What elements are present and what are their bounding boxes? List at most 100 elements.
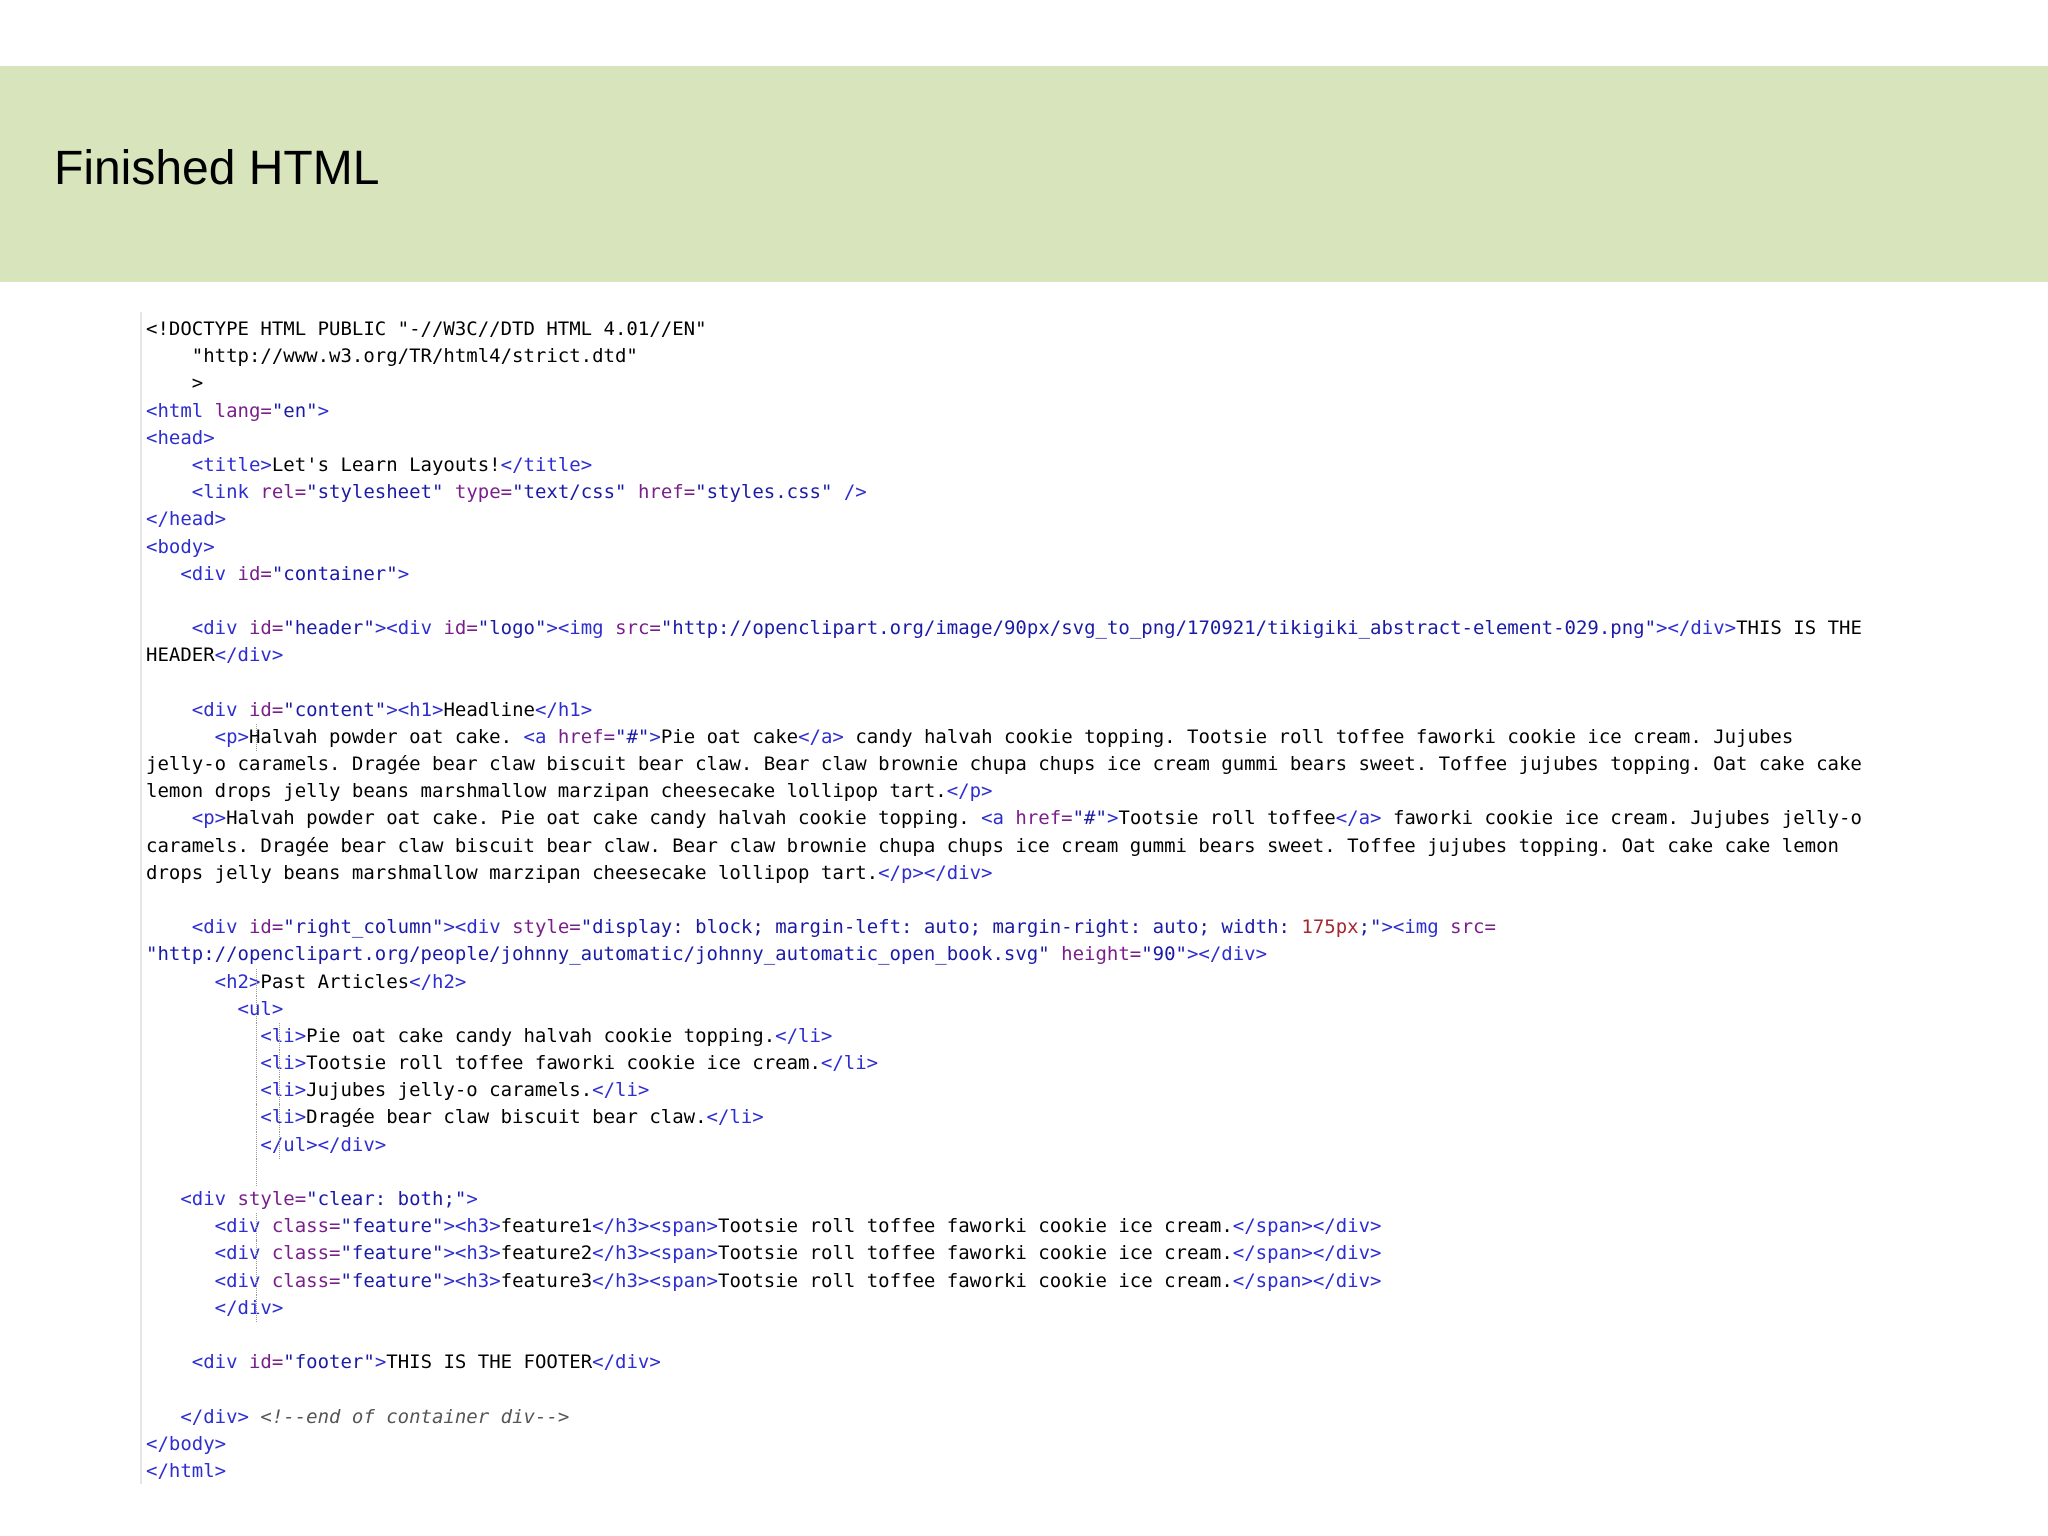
code-token: candy halvah cookie topping. Tootsie rol… <box>843 725 1794 748</box>
code-token: </h3><span> <box>592 1242 718 1265</box>
code-token: Let's Learn Layouts! <box>271 453 501 476</box>
code-line: "http://www.w3.org/TR/html4/strict.dtd" <box>146 343 1862 370</box>
code-token: </span></div> <box>1232 1242 1382 1265</box>
code-token: href= <box>1015 807 1073 830</box>
code-line: <!DOCTYPE HTML PUBLIC "-//W3C//DTD HTML … <box>146 316 1862 343</box>
code-token: ><img <box>546 617 616 640</box>
code-token: <div <box>180 1188 238 1210</box>
code-line: HEADER</div> <box>146 642 1862 669</box>
code-token: ><div <box>443 916 513 939</box>
code-token: Past Articles <box>260 970 410 993</box>
code-token: Headline <box>443 698 535 721</box>
code-token: id= <box>248 617 284 640</box>
code-line: <div id="content"><h1>Headline</h1> <box>146 697 1862 724</box>
code-token: "stylesheet" <box>306 481 455 504</box>
code-token: <!DOCTYPE HTML PUBLIC "-//W3C//DTD HTML … <box>146 318 707 340</box>
code-token: <a <box>523 725 558 748</box>
code-token: style= <box>512 916 581 939</box>
code-line: <body> <box>146 534 1862 561</box>
code-token: HEADER <box>146 644 215 667</box>
indent-guide <box>256 1104 258 1132</box>
code-line: <li>Pie oat cake candy halvah cookie top… <box>146 1022 1862 1051</box>
code-line: </div> <!--end of container div--> <box>146 1404 1862 1431</box>
code-token: href= <box>557 725 616 748</box>
code-line: <li>Jujubes jelly-o caramels.</li> <box>146 1077 1862 1105</box>
code-line: drops jelly beans marshmallow marzipan c… <box>146 860 1862 887</box>
code-token: <div <box>191 916 249 939</box>
code-token: <div <box>191 1351 249 1374</box>
code-token: </div> <box>180 1405 261 1428</box>
code-line: </head> <box>146 506 1862 533</box>
indent-guide <box>256 1267 258 1295</box>
code-token: "styles.css" <box>695 481 844 504</box>
code-line: caramels. Dragée bear claw biscuit bear … <box>146 833 1862 860</box>
code-line: <html lang="en"> <box>146 398 1862 425</box>
code-token: id= <box>248 698 284 721</box>
code-token: ><div <box>374 617 444 640</box>
code-line: > <box>146 370 1862 397</box>
code-token: "clear: both;" <box>306 1188 467 1210</box>
code-line: <li>Tootsie roll toffee faworki cookie i… <box>146 1050 1862 1078</box>
code-token: Tootsie roll toffee faworki cookie ice c… <box>718 1269 1233 1292</box>
code-token: <div <box>191 698 249 721</box>
code-token: style= <box>237 1188 307 1210</box>
code-token: <head> <box>146 426 215 449</box>
code-token: <li> <box>260 1106 307 1129</box>
code-token: <body> <box>146 535 215 558</box>
code-token: THIS IS THE <box>1736 617 1862 640</box>
indent-guide <box>256 1240 258 1268</box>
code-token: Pie oat cake <box>660 725 799 748</box>
code-token: > <box>146 372 204 395</box>
code-token: "feature" <box>340 1215 444 1238</box>
code-token: "content" <box>283 698 387 721</box>
code-token: </h3><span> <box>592 1215 718 1238</box>
code-token: <div <box>180 562 238 585</box>
code-token: drops jelly beans marshmallow marzipan c… <box>146 861 879 884</box>
code-token: feature1 <box>500 1215 593 1238</box>
code-token: "container" <box>271 562 398 585</box>
code-token: rel= <box>260 481 307 504</box>
code-token: "display: block; margin-left: auto; marg… <box>580 916 1302 939</box>
code-line: <h2>Past Articles</h2> <box>146 968 1862 996</box>
code-token: jelly-o caramels. Dragée bear claw biscu… <box>146 753 1862 775</box>
code-token: ><img <box>1381 916 1451 939</box>
code-line: lemon drops jelly beans marshmallow marz… <box>146 778 1862 805</box>
code-token: "footer" <box>283 1351 375 1374</box>
code-listing: <!DOCTYPE HTML PUBLIC "-//W3C//DTD HTML … <box>146 316 1862 1485</box>
code-token: ;" <box>1358 916 1382 939</box>
code-token: <h2> <box>214 970 261 993</box>
code-token: /> <box>843 481 867 504</box>
code-token: </div> <box>592 1351 661 1374</box>
code-token: ><h3> <box>443 1269 501 1292</box>
code-token: 175px <box>1301 916 1359 939</box>
code-token: </body> <box>146 1432 227 1455</box>
indent-guide <box>279 1022 281 1051</box>
code-token: </li> <box>706 1106 764 1129</box>
indent-guide <box>256 1213 258 1241</box>
code-token: <li> <box>260 1052 307 1075</box>
indent-guide <box>256 1158 258 1186</box>
code-token: "feature" <box>340 1242 444 1265</box>
code-token: </title> <box>500 453 593 476</box>
code-token: <p> <box>191 807 227 830</box>
code-token: "feature" <box>340 1269 444 1292</box>
code-token: id= <box>237 562 272 585</box>
code-token: class= <box>271 1242 341 1265</box>
code-token: "header" <box>283 617 375 640</box>
code-token: ><h3> <box>443 1242 501 1265</box>
code-token: "#" <box>1072 807 1107 830</box>
code-token: id= <box>248 1351 284 1374</box>
